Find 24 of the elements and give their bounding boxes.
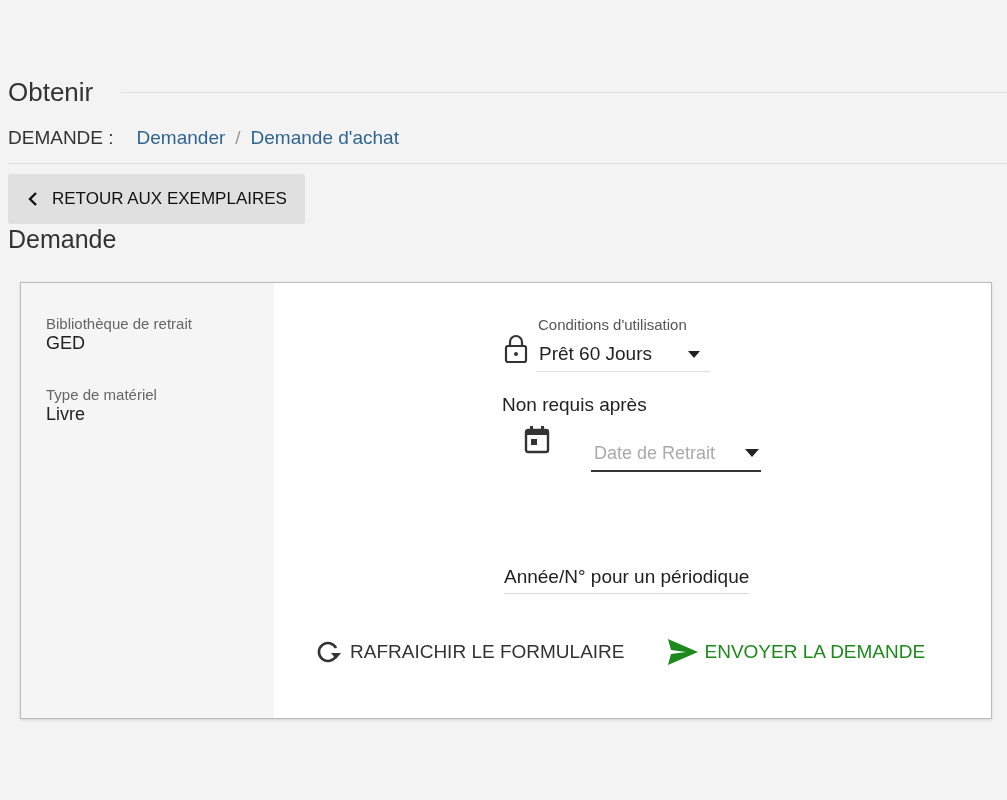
caret-down-icon <box>688 351 700 358</box>
back-button[interactable]: RETOUR AUX EXEMPLAIRES <box>8 174 305 224</box>
calendar-icon <box>524 426 550 454</box>
send-button[interactable]: ENVOYER LA DEMANDE <box>668 638 926 667</box>
detail-label: Type de matériel <box>46 386 158 404</box>
field-label: Non requis après <box>502 394 648 416</box>
breadcrumb-link[interactable]: Demander <box>136 123 226 153</box>
breadcrumb-separator: / <box>235 125 241 150</box>
caret-down-icon <box>745 449 759 457</box>
section-title: Obtenir <box>8 75 94 109</box>
breadcrumb-link[interactable]: Demande d'achat <box>250 123 399 153</box>
chevron-left-icon <box>28 192 38 206</box>
periodical-input[interactable]: Année/N° pour un périodique <box>504 560 749 594</box>
page-heading: Demande <box>8 224 118 254</box>
detail-value: GED <box>46 333 86 353</box>
detail-value: Livre <box>46 404 86 424</box>
field-label: Conditions d'utilisation <box>538 316 688 334</box>
lock-icon <box>504 334 528 364</box>
breadcrumb-label: DEMANDE : <box>8 125 114 150</box>
conditions-dropdown[interactable]: Prêt 60 Jours <box>536 338 710 372</box>
detail-label: Bibliothèque de retrait <box>46 315 193 333</box>
refresh-icon <box>316 640 342 665</box>
refresh-button[interactable]: RAFRAICHIR LE FORMULAIRE <box>316 638 625 667</box>
send-icon <box>668 639 699 666</box>
